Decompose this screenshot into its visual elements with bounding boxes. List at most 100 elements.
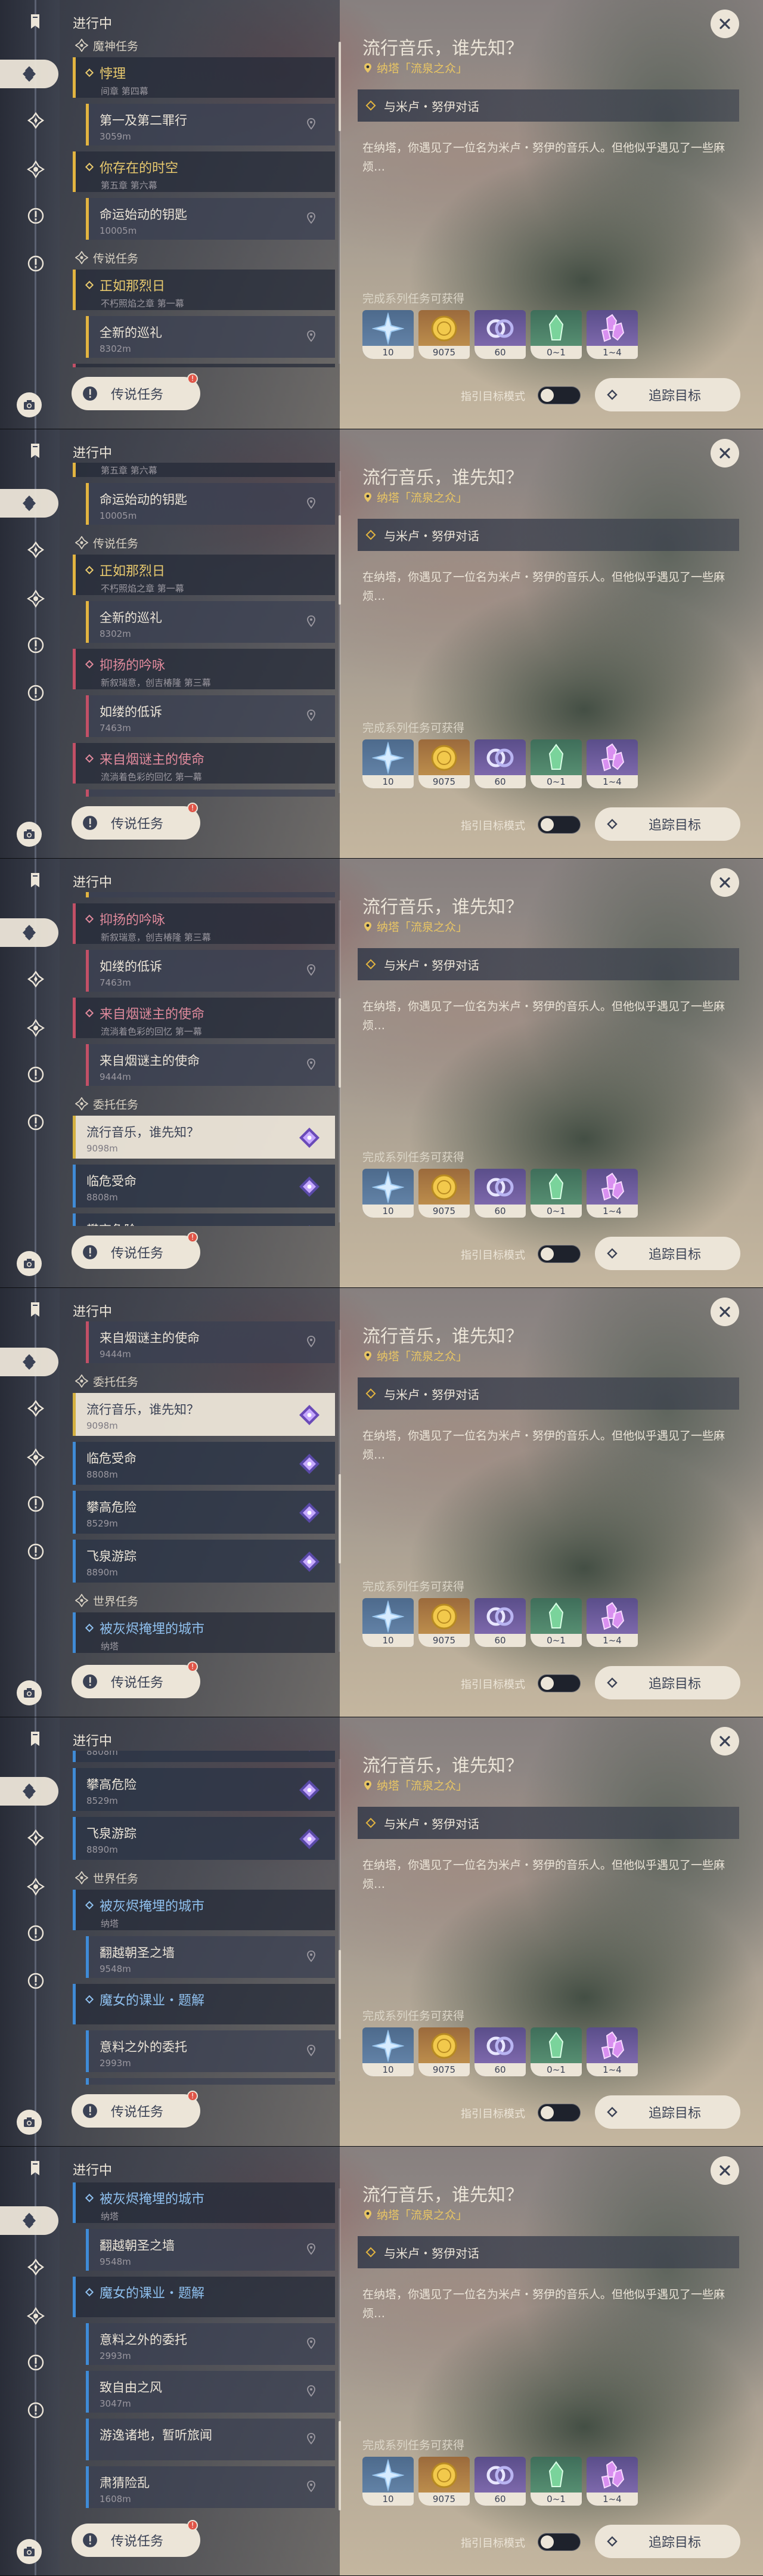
commission-item[interactable]: 攀高危险8529m	[73, 1491, 335, 1534]
scrollbar-thumb[interactable]	[339, 515, 341, 605]
quest-header[interactable]: 魔女的课业・题解	[73, 2277, 335, 2317]
commission-alerts-button[interactable]	[23, 2303, 49, 2329]
guide-mode-toggle[interactable]	[538, 2104, 581, 2122]
legend-quests-button[interactable]: 传说任务 !	[72, 2520, 200, 2557]
archon-quests-button[interactable]	[0, 1348, 58, 1376]
world-quests-button[interactable]	[23, 1061, 49, 1088]
quest-step[interactable]: 全新的巡礼8302m	[86, 892, 335, 897]
quest-step[interactable]: 如缕的低诉 7463m	[86, 950, 335, 992]
quest-header[interactable]: 抑扬的吟咏新叙瑞意，创吉椿隆 第三幕	[73, 903, 335, 944]
reward-item[interactable]: 9075	[418, 1169, 470, 1218]
story-quests-button[interactable]	[23, 537, 49, 563]
guide-mode-toggle[interactable]	[538, 1674, 581, 1692]
reward-item[interactable]: 10	[362, 2027, 414, 2076]
reward-item[interactable]: 9075	[418, 2027, 470, 2076]
reward-item[interactable]: 10	[362, 310, 414, 359]
track-target-button[interactable]: 追踪目标	[595, 2095, 740, 2129]
camera-button[interactable]	[17, 2539, 42, 2564]
reward-item[interactable]: 1~4	[587, 739, 638, 788]
legend-quests-button[interactable]: 传说任务 !	[72, 373, 200, 410]
commission-item[interactable]: 临危受命8808m	[73, 1165, 335, 1208]
quest-step[interactable]: 如缕的低诉 7463m	[86, 695, 335, 737]
quest-header[interactable]: 被灰烬掩埋的城市 纳塔	[73, 1612, 335, 1653]
guide-mode-toggle[interactable]	[538, 2533, 581, 2551]
guide-mode-toggle[interactable]	[538, 816, 581, 834]
camera-button[interactable]	[17, 2110, 42, 2135]
commission-item[interactable]: 临危受命8808m	[73, 1751, 335, 1762]
close-button[interactable]	[711, 1727, 739, 1755]
reward-item[interactable]: 1~4	[587, 2457, 638, 2506]
reward-item[interactable]: 10	[362, 2457, 414, 2506]
close-button[interactable]	[711, 1298, 739, 1326]
legend-quests-button[interactable]: 传说任务 !	[72, 1661, 200, 1698]
quest-step[interactable]: 致自由之风3047m	[86, 2078, 335, 2085]
close-button[interactable]	[711, 10, 739, 38]
archon-quests-button[interactable]	[0, 489, 58, 518]
track-target-button[interactable]: 追踪目标	[595, 1237, 740, 1270]
scrollbar-thumb[interactable]	[339, 42, 341, 131]
reward-item[interactable]: 60	[474, 1169, 526, 1218]
archon-quests-button[interactable]	[0, 918, 58, 947]
commission-item[interactable]: 攀高危险8529m	[73, 1768, 335, 1811]
quest-step[interactable]: 来自烟谜主的使命 9444m	[86, 1044, 335, 1086]
world-alert-button[interactable]	[23, 680, 49, 706]
list-scrollbar[interactable]	[339, 1759, 341, 2081]
legend-quests-button[interactable]: 传说任务 !	[72, 2091, 200, 2128]
legend-quests-button[interactable]: 传说任务 !	[72, 1232, 200, 1269]
world-alert-button[interactable]	[23, 1109, 49, 1135]
track-target-button[interactable]: 追踪目标	[595, 2525, 740, 2558]
quest-step[interactable]: 意料之外的委托 2993m	[86, 2323, 335, 2365]
quest-list[interactable]: 魔神任务悖理间章 第四幕第一及第二罪行3059m你存在的时空第五章 第六幕命运始…	[73, 2180, 335, 2514]
reward-item[interactable]: 9075	[418, 1598, 470, 1647]
reward-item[interactable]: 0~1	[531, 2457, 582, 2506]
close-button[interactable]	[711, 2156, 739, 2185]
quest-header[interactable]: 被灰烬掩埋的城市 纳塔	[73, 1890, 335, 1930]
commission-item[interactable]: 流行音乐，谁先知？ 9098m	[73, 1393, 335, 1436]
reward-item[interactable]: 9075	[418, 310, 470, 359]
camera-button[interactable]	[17, 1680, 42, 1705]
reward-item[interactable]: 60	[474, 2027, 526, 2076]
world-quests-button[interactable]	[23, 1491, 49, 1517]
quest-step[interactable]: 命运始动的钥匙 10005m	[86, 483, 335, 525]
quest-header[interactable]: 抑扬的吟咏新叙瑞意，创吉椿隆 第三幕	[73, 364, 335, 367]
close-button[interactable]	[711, 868, 739, 897]
guide-mode-toggle[interactable]	[538, 1245, 581, 1263]
list-scrollbar[interactable]	[339, 900, 341, 1222]
scrollbar-thumb[interactable]	[339, 2421, 341, 2510]
reward-item[interactable]: 60	[474, 739, 526, 788]
list-scrollbar[interactable]	[339, 1330, 341, 1652]
quest-book-button[interactable]	[23, 2155, 49, 2181]
world-alert-button[interactable]	[23, 1538, 49, 1565]
quest-header[interactable]: 来自烟谜主的使命 流淌着色彩的回忆 第一幕	[73, 743, 335, 784]
quest-step[interactable]: 全新的巡礼8302m	[86, 601, 335, 643]
scrollbar-thumb[interactable]	[339, 1950, 341, 2039]
archon-quests-button[interactable]	[0, 60, 58, 88]
commission-alerts-button[interactable]	[23, 586, 49, 612]
commission-alerts-button[interactable]	[23, 1015, 49, 1041]
camera-button[interactable]	[17, 392, 42, 417]
reward-item[interactable]: 0~1	[531, 1598, 582, 1647]
reward-item[interactable]: 9075	[418, 739, 470, 788]
quest-header[interactable]: 正如那烈日 不朽照焰之章 第一幕	[73, 270, 335, 310]
reward-item[interactable]: 10	[362, 739, 414, 788]
quest-list[interactable]: 魔神任务悖理间章 第四幕第一及第二罪行3059m你存在的时空第五章 第六幕命运始…	[73, 1321, 335, 1655]
quest-step[interactable]: 游逸诸地，暂听旅闻	[86, 2419, 335, 2460]
commission-alerts-button[interactable]	[23, 1874, 49, 1900]
reward-item[interactable]: 1~4	[587, 310, 638, 359]
camera-button[interactable]	[17, 1251, 42, 1276]
guide-mode-toggle[interactable]	[538, 386, 581, 404]
scrollbar-thumb[interactable]	[339, 998, 341, 1088]
quest-header[interactable]: 被灰烬掩埋的城市 纳塔	[73, 2182, 335, 2223]
commission-alerts-button[interactable]	[23, 1444, 49, 1470]
reward-item[interactable]: 0~1	[531, 1169, 582, 1218]
legend-quests-button[interactable]: 传说任务 !	[72, 803, 200, 840]
reward-item[interactable]: 9075	[418, 2457, 470, 2506]
story-quests-button[interactable]	[23, 1825, 49, 1851]
quest-list[interactable]: 魔神任务悖理间章 第四幕第一及第二罪行3059m你存在的时空第五章 第六幕命运始…	[73, 892, 335, 1226]
quest-list[interactable]: 魔神任务悖理间章 第四幕第一及第二罪行3059m你存在的时空第五章 第六幕命运始…	[73, 33, 335, 367]
reward-item[interactable]: 0~1	[531, 310, 582, 359]
world-alert-button[interactable]	[23, 2397, 49, 2423]
quest-header[interactable]: 抑扬的吟咏新叙瑞意，创吉椿隆 第三幕	[73, 649, 335, 689]
quest-header[interactable]: 你存在的时空第五章 第六幕	[73, 463, 335, 477]
story-quests-button[interactable]	[23, 966, 49, 992]
